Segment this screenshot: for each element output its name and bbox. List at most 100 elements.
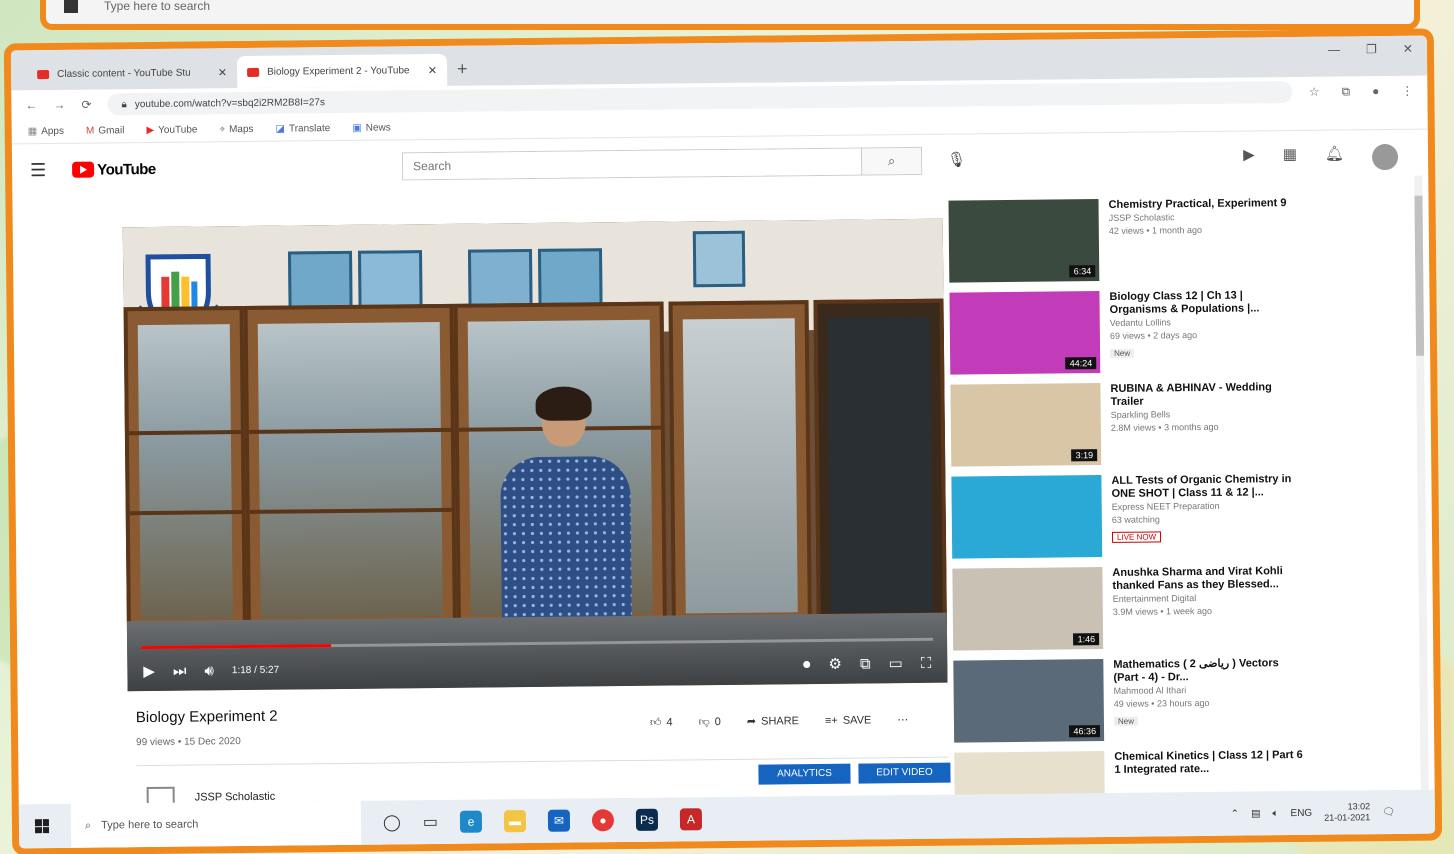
back-icon[interactable]: ← [25,98,37,112]
video-thumbnail[interactable]: 6:34 [948,199,1100,283]
recommendation-title[interactable]: Chemistry Practical, Experiment 9 [1108,197,1298,212]
youtube-header-icons: ▶︎ ▦ 🔔︎ [1243,143,1399,172]
video-scene-cabinet [243,303,457,636]
volume-icon[interactable]: 🔊︎ [204,662,214,679]
autoplay-toggle-icon[interactable]: ⏺ [803,656,811,673]
account-avatar[interactable] [1371,143,1399,171]
recommendation-item[interactable]: 46:36 Mathematics ( 2 ریاضی ) Vectors (P… [953,656,1424,751]
recommendation-item[interactable]: 1:46 Anushka Sharma and Virat Kohli than… [952,564,1423,659]
news-icon: ▣ [352,122,362,134]
menu-dots-icon[interactable]: ⋮ [1401,83,1413,98]
bookmark-translate[interactable]: ◪ Translate [275,123,330,135]
settings-gear-icon[interactable]: ⚙ [828,655,842,673]
recommendation-item[interactable]: 3:19 RUBINA & ABHINAV - Wedding Trailer … [950,380,1421,475]
bookmark-gmail[interactable]: M Gmail [86,125,125,136]
youtube-logo[interactable]: YouTube [72,160,156,178]
bookmark-apps[interactable]: ▦ Apps [28,126,64,137]
windows-start-icon[interactable] [64,0,78,13]
edge-icon[interactable]: e [459,810,483,833]
recommendation-badge: LIVE NOW [1111,531,1162,543]
extensions-icon[interactable]: ⧉ [1341,84,1350,99]
recommendation-title[interactable]: RUBINA & ABHINAV - Wedding Trailer [1110,381,1300,409]
bookmark-maps[interactable]: ⌖ Maps [219,124,253,135]
notifications-icon[interactable]: 🗨︎ [1382,806,1395,817]
bookmark-star-icon[interactable]: ☆ [1309,84,1320,99]
microphone-icon[interactable]: 🎙︎ [947,150,966,168]
recommendation-info: Mathematics ( 2 ریاضی ) Vectors (Part - … [1103,657,1304,749]
theater-mode-icon[interactable]: ▭ [889,654,903,672]
clock-date: 21-01-2021 [1324,812,1371,823]
back-taskbar-search[interactable]: Type here to search [104,0,210,13]
next-video-icon[interactable]: ⏭ [173,662,187,679]
miniplayer-icon[interactable]: ⧉ [860,655,871,672]
apps-grid-icon[interactable]: ▦ [1283,145,1297,171]
close-tab-icon[interactable]: ✕ [218,66,227,79]
lock-icon: 🔒︎ [121,98,127,110]
profile-icon[interactable]: ● [1372,84,1379,99]
more-options-icon[interactable]: ⋯ [897,713,908,726]
search-input[interactable] [402,148,862,180]
video-thumbnail[interactable]: 46:36 [953,659,1105,743]
dislike-button[interactable]: 👎︎ 0 [698,715,720,729]
play-icon[interactable]: ▶ [143,662,155,680]
taskbar-search[interactable]: ⌕ Type here to search [70,800,362,848]
gmail-icon: M [85,125,95,137]
network-icon[interactable]: ▤ [1251,808,1261,819]
close-tab-icon[interactable]: ✕ [428,63,437,76]
hamburger-menu-icon[interactable]: ☰ [30,160,46,181]
save-button[interactable]: ≡+ SAVE [825,714,871,726]
notifications-bell-icon[interactable]: 🔔︎ [1325,144,1344,170]
photoshop-icon[interactable]: Ps [635,808,659,831]
windows-start-icon[interactable] [34,819,50,834]
recommendation-badge: New [1110,348,1135,358]
acrobat-icon[interactable]: A [679,808,703,831]
minimize-icon[interactable]: — [1328,43,1340,57]
file-explorer-icon[interactable]: ▬ [503,810,527,833]
tray-chevron-icon[interactable]: ⌃ [1231,808,1240,819]
recommendation-title[interactable]: Biology Class 12 | Ch 13 | Organisms & P… [1109,289,1299,317]
video-thumbnail[interactable]: 3:19 [950,383,1102,467]
youtube-icon: ▶ [146,124,155,137]
youtube-favicon-icon [247,67,260,77]
share-button[interactable]: ➦ SHARE [747,714,799,728]
reload-icon[interactable]: ⟳ [81,98,91,112]
video-thumbnail[interactable] [951,475,1103,559]
tab-classic-content[interactable]: Classic content - YouTube Stu ✕ [27,56,237,90]
cortana-icon[interactable]: ◯ [383,812,401,832]
fullscreen-icon[interactable]: ⛶ [921,654,932,671]
tab-biology-experiment[interactable]: Biology Experiment 2 - YouTube ✕ [236,53,448,89]
create-video-icon[interactable]: ▶︎ [1243,145,1255,171]
video-duration: 3:19 [1071,449,1098,462]
video-thumbnail[interactable]: 1:46 [952,567,1104,651]
scrollbar-thumb[interactable] [1414,195,1425,356]
recommendation-info: RUBINA & ABHINAV - Wedding Trailer Spark… [1100,381,1301,473]
maximize-icon[interactable]: ❐ [1366,42,1377,56]
search-icon[interactable]: ⌕ [860,147,922,175]
task-view-icon[interactable]: ▭ [423,812,438,832]
video-player[interactable]: ▶ ⏭ 🔊︎ 1:18 / 5:27 ⏺ ⚙ ⧉ ▭ ⛶ [122,218,948,692]
recommendation-title[interactable]: ALL Tests of Organic Chemistry in ONE SH… [1111,473,1301,501]
clock[interactable]: 13:02 21-01-2021 [1324,801,1370,823]
bookmark-youtube[interactable]: ▶ YouTube [146,124,197,136]
analytics-button[interactable]: ANALYTICS [758,763,851,785]
forward-icon[interactable]: → [53,98,65,112]
new-tab-icon[interactable]: + [457,59,468,86]
recommendation-item[interactable]: 6:34 Chemistry Practical, Experiment 9 J… [948,196,1419,291]
like-count: 4 [666,716,673,729]
video-thumbnail[interactable]: 44:24 [949,291,1101,375]
mail-icon[interactable]: ✉ [547,809,571,832]
chrome-icon[interactable]: ● [591,809,615,832]
video-scene-cabinet [813,298,947,631]
close-window-icon[interactable]: ✕ [1403,42,1413,56]
recommendation-item[interactable]: 44:24 Biology Class 12 | Ch 13 | Organis… [949,288,1420,383]
language-indicator[interactable]: ENG [1290,807,1312,818]
like-button[interactable]: 👍︎ 4 [650,716,673,729]
volume-icon[interactable]: 🔈︎ [1272,808,1278,819]
recommendation-title[interactable]: Anushka Sharma and Virat Kohli thanked F… [1112,565,1302,593]
recommendation-item[interactable]: ALL Tests of Organic Chemistry in ONE SH… [951,472,1422,567]
recommendation-title[interactable]: Chemical Kinetics | Class 12 | Part 6 1 … [1114,749,1304,777]
recommendation-title[interactable]: Mathematics ( 2 ریاضی ) Vectors (Part - … [1113,657,1303,685]
recommendation-views: 69 views • 2 days ago [1109,330,1198,341]
edit-video-button[interactable]: EDIT VIDEO [858,762,951,784]
bookmark-news[interactable]: ▣ News [352,122,391,133]
